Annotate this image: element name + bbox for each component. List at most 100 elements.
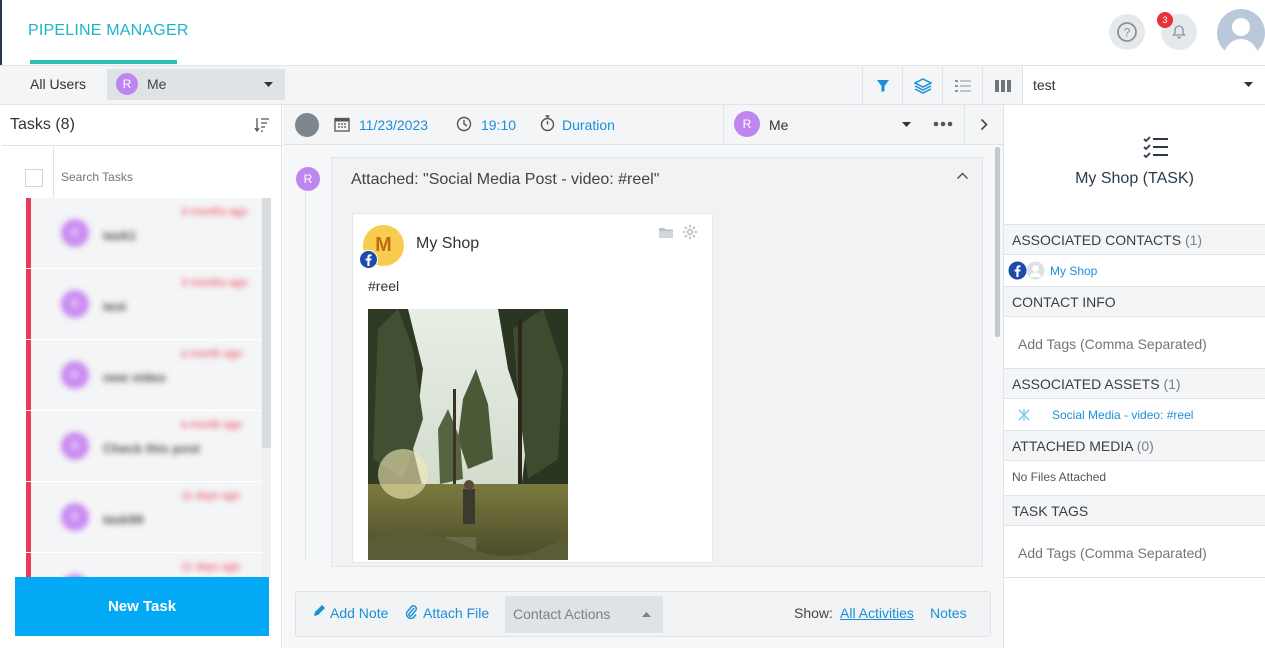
task-time: a month ago: [181, 348, 243, 360]
task-avatar: R: [61, 361, 89, 389]
layers-button[interactable]: [902, 66, 942, 105]
top-header: [0, 0, 1265, 65]
user-avatar[interactable]: [1217, 9, 1265, 57]
attached-media-header[interactable]: ATTACHED MEDIA (0): [1004, 430, 1265, 461]
task-item[interactable]: 3 months ago R test: [26, 269, 269, 339]
associated-assets-header[interactable]: ASSOCIATED ASSETS (1): [1004, 368, 1265, 399]
more-options-icon[interactable]: [933, 121, 953, 127]
timeline-line: [305, 190, 306, 560]
filter-button[interactable]: [862, 66, 902, 105]
contact-actions-select[interactable]: Contact Actions: [505, 596, 663, 633]
section-label: ASSOCIATED ASSETS: [1012, 376, 1160, 392]
task-info-title: My Shop (TASK): [1075, 170, 1194, 187]
user-avatar-small: R: [116, 73, 138, 95]
search-tasks-input[interactable]: [55, 162, 265, 192]
assignee-avatar: R: [734, 111, 760, 137]
contact-tags-input[interactable]: [1012, 330, 1252, 358]
task-time: 3 months ago: [181, 277, 248, 289]
attached-title: Attached: "Social Media Post - video: #r…: [351, 171, 660, 188]
user-select[interactable]: R Me: [107, 69, 285, 100]
forest-photo: [368, 309, 568, 560]
task-time: 11 days ago: [181, 490, 241, 502]
all-users-tab[interactable]: All Users: [30, 76, 86, 92]
task-time: 11 days ago: [181, 561, 241, 573]
task-item[interactable]: a month ago R new video: [26, 340, 269, 410]
asset-link-icon: [1018, 409, 1030, 421]
asset-link[interactable]: Social Media - video: #reel: [1052, 408, 1193, 422]
notification-count-badge: 3: [1157, 12, 1173, 28]
app-title: PIPELINE MANAGER: [28, 22, 189, 39]
task-item[interactable]: a month ago R Check this post: [26, 411, 269, 481]
task-name: task99: [103, 512, 144, 527]
timeline-scrollbar[interactable]: [995, 147, 1000, 337]
folder-icon[interactable]: [658, 226, 674, 239]
attach-file-button[interactable]: Attach File: [423, 605, 489, 621]
activity-avatar: R: [296, 167, 320, 191]
task-avatar: R: [61, 219, 89, 247]
help-button[interactable]: ?: [1109, 14, 1145, 50]
question-circle-icon: ?: [1117, 22, 1137, 42]
section-count: (1): [1184, 232, 1203, 248]
stopwatch-icon: [540, 115, 555, 132]
columns-icon: [994, 79, 1011, 92]
task-tags-input[interactable]: [1012, 539, 1252, 567]
no-files-text: No Files Attached: [1012, 470, 1107, 484]
contact-avatar-icon: [1026, 261, 1045, 280]
task-list: 3 months ago R task1 3 months ago R test…: [13, 198, 269, 578]
notes-filter[interactable]: Notes: [930, 605, 967, 621]
task-name: test: [103, 299, 127, 314]
clock-icon: [456, 116, 472, 132]
svg-text:?: ?: [1124, 26, 1131, 40]
task-time: 3 months ago: [181, 206, 248, 218]
task-date[interactable]: 11/23/2023: [359, 117, 428, 133]
user-select-label: Me: [147, 76, 167, 92]
page-name: My Shop: [416, 235, 480, 252]
list-view-button[interactable]: [942, 66, 982, 105]
task-time: a month ago: [181, 419, 243, 431]
section-label: TASK TAGS: [1012, 503, 1089, 519]
section-label: ATTACHED MEDIA: [1012, 438, 1133, 454]
tasks-title: Tasks (8): [10, 116, 75, 133]
caret-down-icon: [264, 82, 273, 87]
task-avatar: R: [61, 290, 89, 318]
task-avatar: R: [61, 432, 89, 460]
post-text: #reel: [368, 278, 400, 294]
all-activities-filter[interactable]: All Activities: [840, 605, 914, 621]
assignee-select[interactable]: R Me: [724, 105, 924, 145]
contact-link[interactable]: My Shop: [1050, 264, 1097, 278]
duration-field[interactable]: Duration: [562, 117, 615, 133]
sort-icon[interactable]: [254, 117, 270, 133]
divider: [1004, 577, 1265, 578]
calendar-icon: [334, 117, 350, 132]
task-status-toggle[interactable]: [295, 113, 319, 137]
task-tags-header[interactable]: TASK TAGS: [1004, 495, 1265, 526]
add-note-button[interactable]: Add Note: [330, 605, 388, 621]
assignee-name: Me: [769, 117, 789, 133]
task-avatar: R: [61, 503, 89, 531]
chevron-right-icon[interactable]: [980, 118, 988, 131]
bell-icon: [1172, 25, 1186, 39]
layers-icon: [913, 77, 932, 94]
task-item[interactable]: 11 days ago R: [26, 553, 269, 578]
section-label: ASSOCIATED CONTACTS: [1012, 232, 1182, 248]
chevron-up-icon[interactable]: [956, 172, 969, 180]
paperclip-icon: [405, 605, 417, 619]
gear-icon[interactable]: [682, 224, 698, 240]
task-name: task1: [103, 228, 137, 243]
task-list-scrollbar[interactable]: [262, 198, 271, 578]
pipeline-select[interactable]: test: [1022, 66, 1265, 104]
contact-info-header[interactable]: CONTACT INFO: [1004, 286, 1265, 317]
new-task-button[interactable]: New Task: [15, 577, 269, 636]
task-name: Check this post: [103, 441, 200, 456]
task-item[interactable]: 11 days ago R task99: [26, 482, 269, 552]
pipeline-select-value: test: [1033, 77, 1056, 93]
task-time-value[interactable]: 19:10: [481, 117, 516, 133]
column-view-button[interactable]: [982, 66, 1022, 105]
associated-contacts-header[interactable]: ASSOCIATED CONTACTS (1): [1004, 224, 1265, 255]
section-label: CONTACT INFO: [1012, 294, 1116, 310]
task-item[interactable]: 3 months ago R task1: [26, 198, 269, 268]
pen-icon: [314, 605, 325, 616]
select-all-checkbox[interactable]: [25, 169, 43, 187]
caret-down-icon: [1244, 82, 1253, 87]
post-media-image[interactable]: [368, 309, 568, 560]
